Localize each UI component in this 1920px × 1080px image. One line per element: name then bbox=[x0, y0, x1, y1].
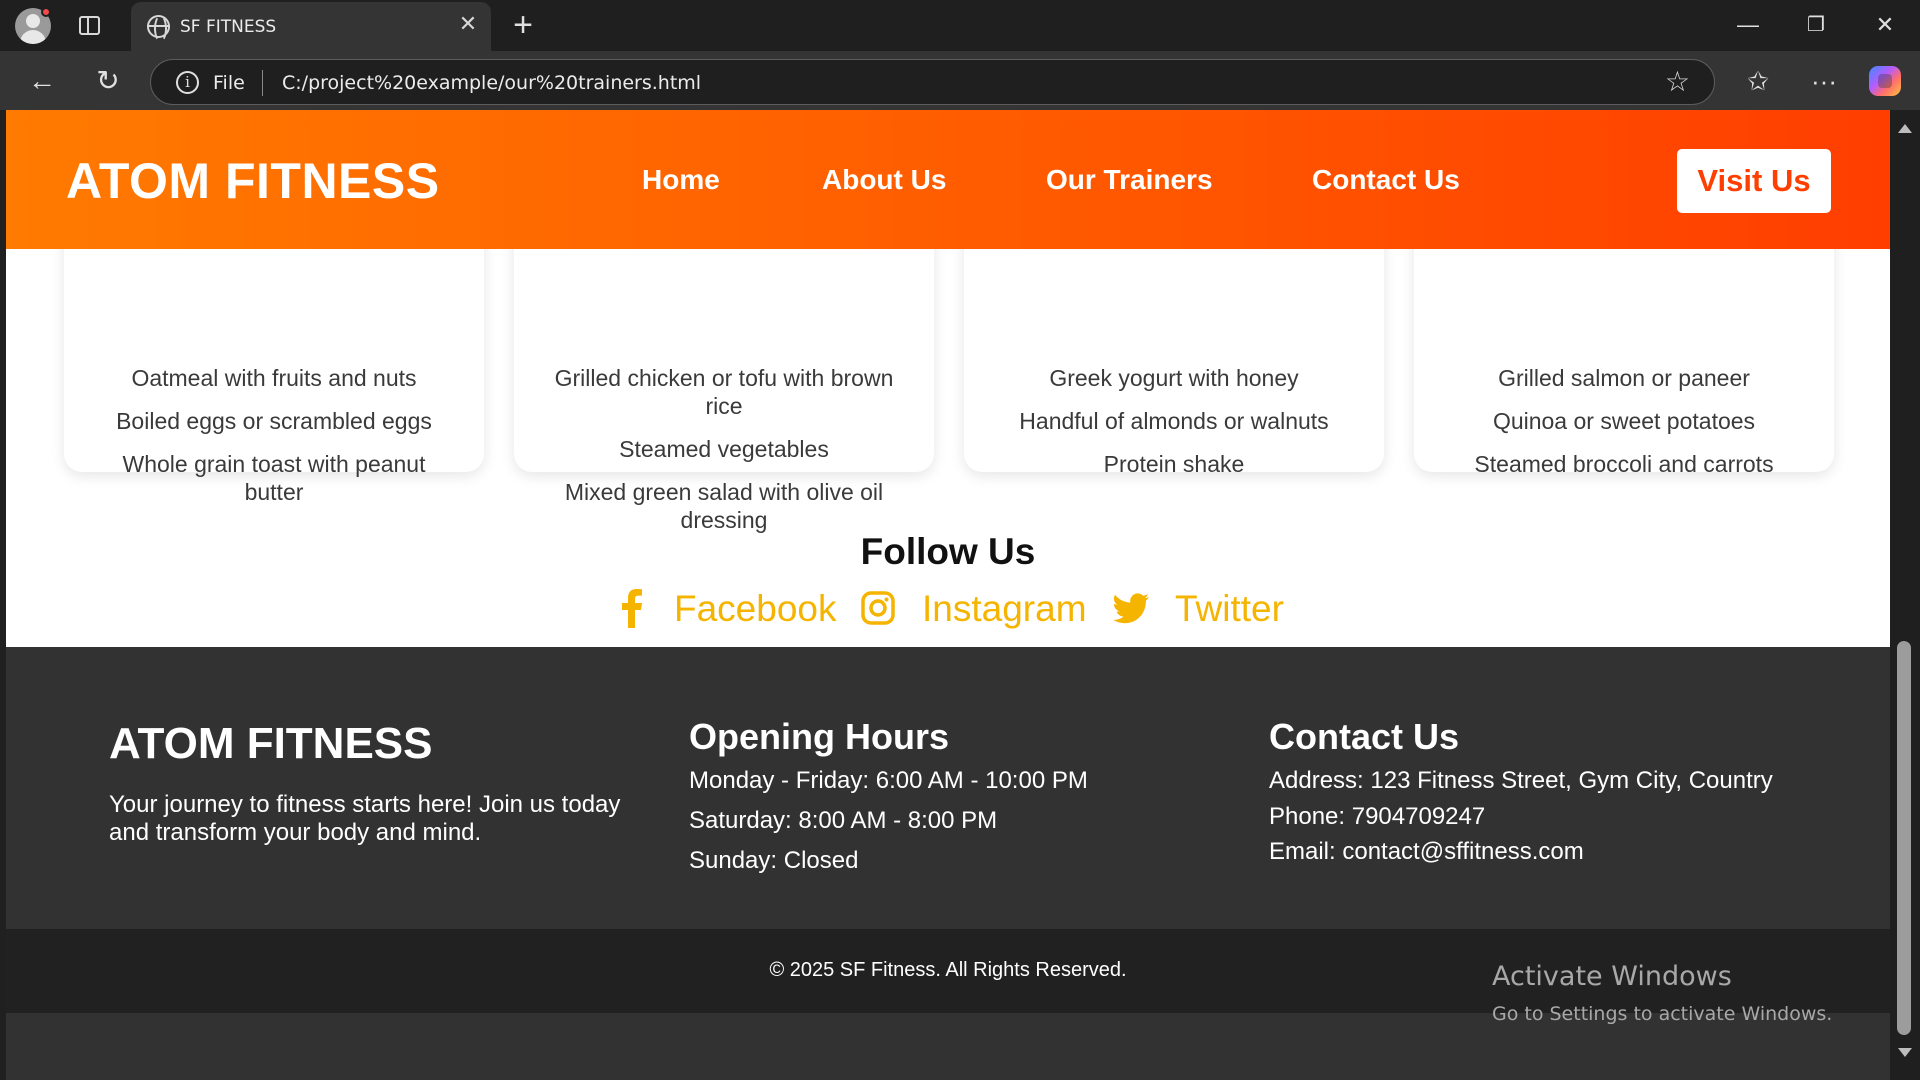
browser-tab-bar: SF FITNESS ✕ + — ❐ ✕ bbox=[0, 0, 1920, 51]
footer-contact-title: Contact Us bbox=[1269, 716, 1460, 757]
address-bar[interactable]: i File C:/project%20example/our%20traine… bbox=[150, 59, 1715, 105]
notification-dot-icon bbox=[41, 7, 51, 17]
activate-windows-title: Activate Windows bbox=[1492, 961, 1732, 992]
url-scheme: File bbox=[213, 72, 245, 94]
back-arrow-icon[interactable]: ← bbox=[24, 63, 60, 99]
hours-line: Saturday: 8:00 AM - 8:00 PM bbox=[689, 807, 998, 834]
site-info-icon[interactable]: i bbox=[176, 71, 199, 94]
instagram-label: Instagram bbox=[922, 588, 1087, 629]
tab-actions-icon[interactable] bbox=[79, 16, 100, 35]
nav-home[interactable]: Home bbox=[642, 164, 720, 196]
meal-item: Protein shake bbox=[1103, 451, 1245, 477]
meal-item: Mixed green salad with olive oil dressin… bbox=[564, 479, 884, 533]
footer-tagline: Your journey to fitness starts here! Joi… bbox=[109, 791, 621, 846]
contact-address: Address: 123 Fitness Street, Gym City, C… bbox=[1269, 767, 1773, 794]
page-viewport: ATOM FITNESS Home About Us Our Trainers … bbox=[6, 110, 1890, 1080]
nav-our-trainers[interactable]: Our Trainers bbox=[1046, 164, 1213, 196]
meal-item: Grilled salmon or paneer bbox=[1498, 365, 1750, 391]
refresh-icon[interactable]: ↻ bbox=[90, 63, 126, 99]
url-separator bbox=[262, 70, 263, 96]
restore-icon[interactable]: ❐ bbox=[1801, 10, 1831, 40]
browser-tab-active[interactable]: SF FITNESS ✕ bbox=[131, 2, 491, 51]
site-header: ATOM FITNESS Home About Us Our Trainers … bbox=[6, 110, 1890, 249]
opening-hours-title: Opening Hours bbox=[689, 716, 949, 757]
favorite-star-icon[interactable]: ☆ bbox=[1665, 66, 1690, 98]
new-tab-icon[interactable]: + bbox=[508, 8, 538, 42]
hours-line: Monday - Friday: 6:00 AM - 10:00 PM bbox=[689, 767, 1088, 794]
more-menu-icon[interactable]: ··· bbox=[1807, 64, 1841, 98]
contact-phone: Phone: 7904709247 bbox=[1269, 803, 1486, 830]
url-text[interactable]: C:/project%20example/our%20trainers.html bbox=[282, 72, 701, 94]
minimize-icon[interactable]: — bbox=[1733, 10, 1763, 40]
facebook-icon bbox=[622, 589, 642, 628]
meal-item: Grilled chicken or tofu with brown rice bbox=[554, 365, 894, 419]
site-brand[interactable]: ATOM FITNESS bbox=[66, 152, 440, 210]
facebook-label: Facebook bbox=[674, 588, 837, 629]
meal-item: Greek yogurt with honey bbox=[1049, 365, 1299, 391]
footer-brand: ATOM FITNESS bbox=[109, 719, 433, 768]
scroll-thumb[interactable] bbox=[1897, 641, 1911, 1035]
follow-us-title: Follow Us bbox=[860, 531, 1036, 572]
meal-item: Quinoa or sweet potatoes bbox=[1492, 408, 1756, 434]
activate-windows-subtitle: Go to Settings to activate Windows. bbox=[1492, 1003, 1833, 1025]
meal-item: Whole grain toast with peanut butter bbox=[122, 451, 426, 505]
meal-item: Steamed vegetables bbox=[619, 436, 829, 462]
meal-item: Handful of almonds or walnuts bbox=[1019, 408, 1329, 434]
close-tab-icon[interactable]: ✕ bbox=[456, 12, 480, 36]
hours-line: Sunday: Closed bbox=[689, 847, 859, 874]
meal-item: Boiled eggs or scrambled eggs bbox=[116, 408, 432, 434]
contact-email[interactable]: Email: contact@sffitness.com bbox=[1269, 838, 1584, 866]
favorites-icon[interactable]: ✩ bbox=[1741, 64, 1775, 98]
instagram-icon bbox=[861, 591, 895, 625]
browser-toolbar: ← ↻ i File C:/project%20example/our%20tr… bbox=[0, 51, 1920, 110]
page-scrollbar[interactable] bbox=[1890, 110, 1920, 1080]
tab-title: SF FITNESS bbox=[180, 17, 277, 37]
meal-item: Oatmeal with fruits and nuts bbox=[131, 365, 417, 391]
nav-about-us[interactable]: About Us bbox=[822, 164, 946, 196]
globe-icon bbox=[147, 15, 170, 42]
scroll-up-icon[interactable] bbox=[1898, 124, 1912, 133]
nav-contact-us[interactable]: Contact Us bbox=[1312, 164, 1460, 196]
meal-item: Steamed broccoli and carrots bbox=[1474, 451, 1774, 477]
scroll-down-icon[interactable] bbox=[1898, 1048, 1912, 1057]
copilot-icon[interactable] bbox=[1869, 66, 1901, 96]
visit-us-button[interactable]: Visit Us bbox=[1677, 149, 1831, 213]
close-window-icon[interactable]: ✕ bbox=[1870, 10, 1900, 40]
twitter-label: Twitter bbox=[1175, 588, 1284, 629]
twitter-icon bbox=[1113, 593, 1149, 624]
